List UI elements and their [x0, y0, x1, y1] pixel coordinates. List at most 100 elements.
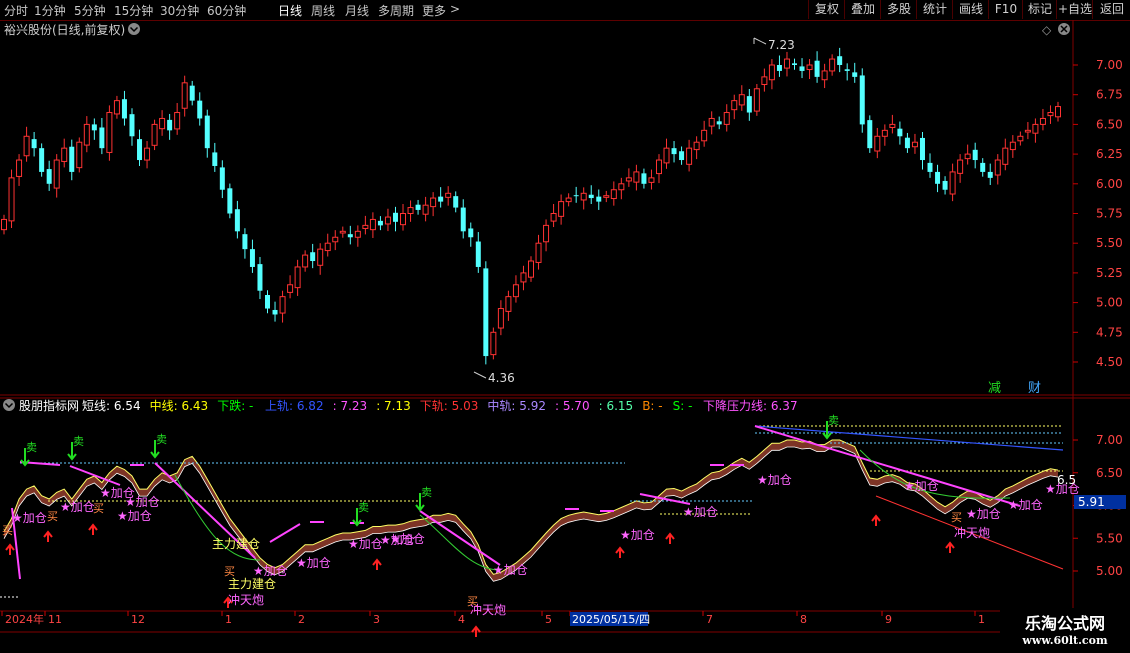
ribbon-fill [4, 440, 1058, 582]
main-price-axis: 7.00 6.75 6.50 6.25 6.00 5.75 5.50 5.25 5.00 4.75… [1073, 58, 1123, 369]
candle-body-up [1, 218, 7, 231]
candle-body-down [980, 162, 986, 172]
buy-arrow-icon [945, 541, 955, 553]
candle-body-down [257, 264, 263, 291]
candle-body-up [889, 123, 896, 128]
main-tick-label: 5.00 [1096, 296, 1123, 310]
toolbar-button-0[interactable]: 复权 [808, 0, 845, 19]
legend-item: S: - [673, 399, 693, 413]
toolbar-button-7[interactable]: +自选 [1056, 0, 1093, 19]
add-position-label: ★加仓 [620, 528, 655, 542]
toolbar-button-2[interactable]: 多股 [880, 0, 917, 19]
period-tab-4[interactable]: 30分钟 [160, 2, 199, 19]
candle-body-down [935, 171, 941, 184]
main-tick-label: 6.00 [1096, 177, 1123, 191]
toolbar-button-3[interactable]: 统计 [916, 0, 953, 19]
candle-body-down [844, 69, 850, 71]
time-label: 4 [458, 613, 465, 626]
period-tab-6[interactable]: 日线 [278, 2, 302, 19]
toolbar-button-5[interactable]: F10 [988, 0, 1023, 19]
buy-arrow-icon [372, 558, 382, 570]
period-tab-9[interactable]: 多周期 [378, 2, 414, 19]
candle-body-up [505, 296, 512, 312]
candle-body-down [272, 309, 278, 315]
candle-body-up [16, 159, 23, 177]
time-label: 7 [706, 613, 713, 626]
more-arrow-icon[interactable]: > [450, 2, 460, 16]
add-position-label: ★加仓 [904, 479, 939, 493]
candle-body-down [814, 60, 820, 77]
period-tab-10[interactable]: 更多 [422, 2, 446, 19]
candle-body-down [671, 148, 677, 155]
candle-body-down [212, 152, 218, 166]
toolbar-button-1[interactable]: 叠加 [844, 0, 881, 19]
watermark-url: www.60lt.com [1022, 634, 1108, 647]
candle-body-down [987, 171, 993, 178]
candle-body-down [265, 294, 270, 309]
add-position-label: ★加仓 [348, 537, 383, 551]
candle-body-up [829, 58, 836, 72]
legend-item: 短线: 6.54 [82, 399, 141, 413]
period-tab-0[interactable]: 分时 [4, 2, 28, 19]
sell-label: 卖 [358, 501, 369, 514]
candle-body-up [317, 248, 324, 266]
finance-marker[interactable]: 财 [1028, 381, 1041, 396]
period-tab-8[interactable]: 月线 [345, 2, 369, 19]
candle-body-up [911, 141, 918, 148]
candle-body-up [663, 147, 670, 164]
toolbar-button-4[interactable]: 画线 [952, 0, 989, 19]
chart-area: 裕兴股份(日线,前复权) ◇ 7.00 6.75 6.50 6.25 6.00 5.75 5… [0, 19, 1130, 650]
indicator-settings-icon[interactable] [3, 399, 15, 411]
candle-body-up [384, 216, 391, 225]
candle-body-down [204, 115, 210, 149]
legend-item: B: - [642, 399, 662, 413]
indicator-tick-label: 6.50 [1096, 466, 1123, 480]
candle-body-down [31, 139, 37, 149]
candle-body-up [1039, 117, 1046, 125]
rocket-label: 冲天炮 [954, 525, 990, 540]
candle-body-up [302, 254, 309, 268]
candle-body-down [392, 212, 398, 222]
candle-body-down [792, 63, 797, 65]
candle-body-up [753, 88, 760, 112]
candle-body-down [776, 65, 782, 71]
candle-body-down [475, 241, 481, 267]
sell-label: 卖 [73, 435, 84, 448]
candle-body-up [723, 112, 730, 125]
panel-close-icon[interactable] [1058, 23, 1070, 35]
buy-label: 买 [951, 511, 962, 524]
diamond-icon[interactable]: ◇ [1042, 23, 1052, 37]
add-position-label: ★加仓 [12, 511, 47, 525]
period-tab-3[interactable]: 15分钟 [114, 2, 153, 19]
candle-body-up [633, 171, 640, 183]
pressure-line [269, 523, 301, 543]
toolbar-button-8[interactable]: 返回 [1092, 0, 1130, 19]
legend-item: 中轨: 5.92 [487, 398, 546, 413]
candle-body-up [430, 197, 437, 208]
candle-body-up [490, 331, 497, 356]
candle-body-up [618, 183, 625, 191]
candle-body-up [76, 141, 83, 169]
toolbar-button-6[interactable]: 标记 [1022, 0, 1057, 19]
candle-body-up [806, 64, 813, 71]
add-position-label: ★加仓 [253, 564, 288, 578]
time-label: 9 [885, 613, 892, 626]
candle-body-down [483, 268, 489, 357]
period-tab-7[interactable]: 周线 [311, 2, 335, 19]
candle-body-down [972, 149, 978, 161]
candle-body-up [528, 260, 534, 278]
main-tick-label: 5.25 [1096, 266, 1123, 280]
reduce-marker[interactable]: 减 [988, 381, 1001, 396]
candle-body-down [679, 151, 685, 161]
period-tab-1[interactable]: 1分钟 [34, 2, 66, 19]
period-tab-5[interactable]: 60分钟 [207, 2, 246, 19]
candle-body-down [197, 100, 203, 119]
period-tab-2[interactable]: 5分钟 [74, 2, 106, 19]
time-label: 8 [800, 613, 807, 626]
panel-settings-icon[interactable] [128, 23, 140, 35]
candle-body-down [460, 207, 466, 232]
buy-label: 买 [2, 524, 13, 537]
candle-body-up [550, 213, 557, 222]
candle-body-down [347, 234, 353, 238]
candle-body-up [287, 284, 294, 293]
